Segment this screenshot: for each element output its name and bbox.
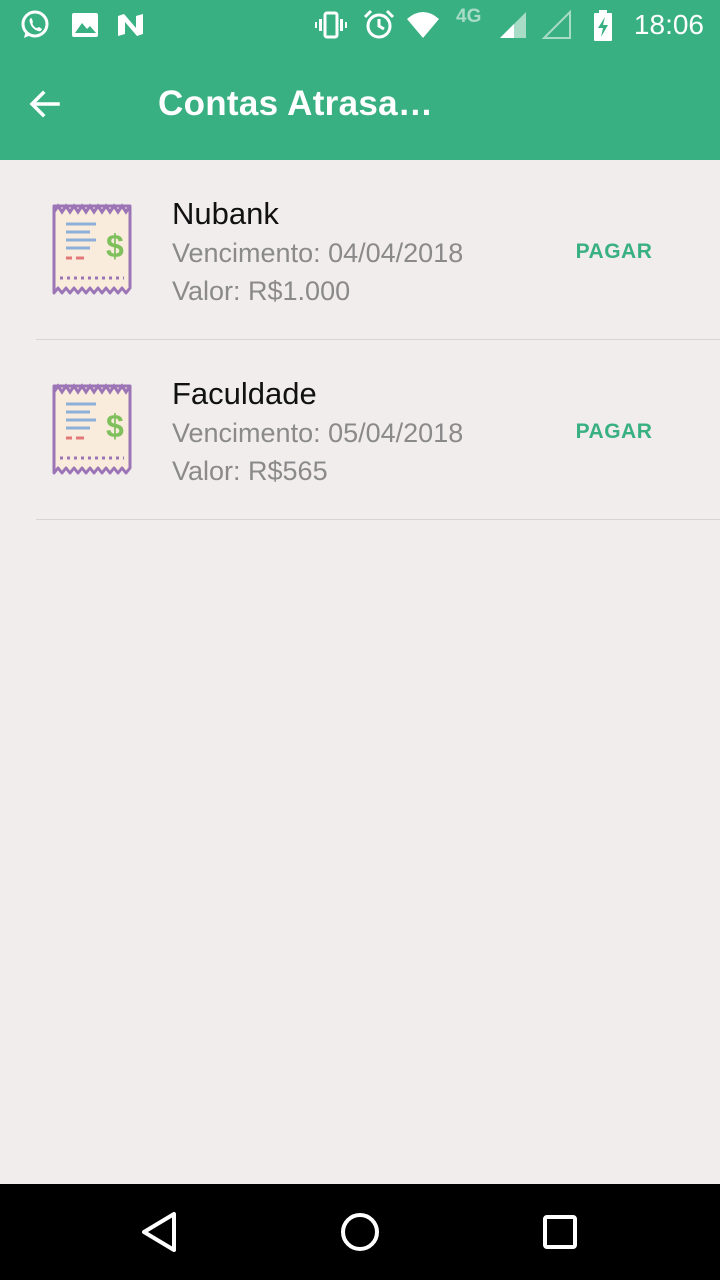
recents-square-icon[interactable]	[536, 1208, 584, 1256]
navigation-bar	[0, 1184, 720, 1280]
clock-time: 18:06	[633, 9, 704, 40]
n-app-icon	[118, 14, 143, 36]
bill-name: Nubank	[172, 196, 279, 231]
network-type-label: 4G	[456, 6, 482, 27]
arrow-back-icon	[29, 90, 60, 118]
back-triangle-icon[interactable]	[136, 1208, 184, 1256]
svg-text:$: $	[106, 408, 124, 444]
divider	[36, 519, 720, 520]
back-button[interactable]	[20, 78, 70, 130]
pay-button[interactable]: PAGAR	[566, 412, 662, 452]
bill-value: Valor: R$1.000	[172, 276, 351, 306]
bill-due-date: Vencimento: 04/04/2018	[172, 238, 464, 268]
status-bar: 4G 18:06	[0, 0, 720, 50]
signal-icon	[500, 12, 526, 38]
vibrate-icon	[315, 11, 347, 39]
bill-name: Faculdade	[172, 376, 317, 411]
alarm-icon	[363, 9, 395, 39]
wifi-icon	[407, 12, 439, 38]
bills-list: $ Nubank Vencimento: 04/04/2018 Valor: R…	[0, 160, 720, 520]
list-item[interactable]: $ Faculdade Vencimento: 05/04/2018 Valor…	[0, 340, 720, 520]
battery-charging-icon	[594, 10, 612, 41]
bill-due-date: Vencimento: 05/04/2018	[172, 418, 464, 448]
pay-button[interactable]: PAGAR	[566, 232, 662, 272]
gallery-icon	[72, 13, 98, 37]
whatsapp-icon	[21, 10, 49, 38]
bill-value: Valor: R$565	[172, 456, 328, 486]
home-circle-icon[interactable]	[336, 1208, 384, 1256]
list-item[interactable]: $ Nubank Vencimento: 04/04/2018 Valor: R…	[0, 160, 720, 340]
receipt-icon: $	[52, 383, 132, 475]
app-bar: Contas Atrasa…	[0, 50, 720, 160]
svg-text:$: $	[106, 228, 124, 264]
signal-icon	[541, 9, 571, 39]
receipt-icon: $	[52, 203, 132, 295]
page-title: Contas Atrasa…	[158, 84, 434, 123]
